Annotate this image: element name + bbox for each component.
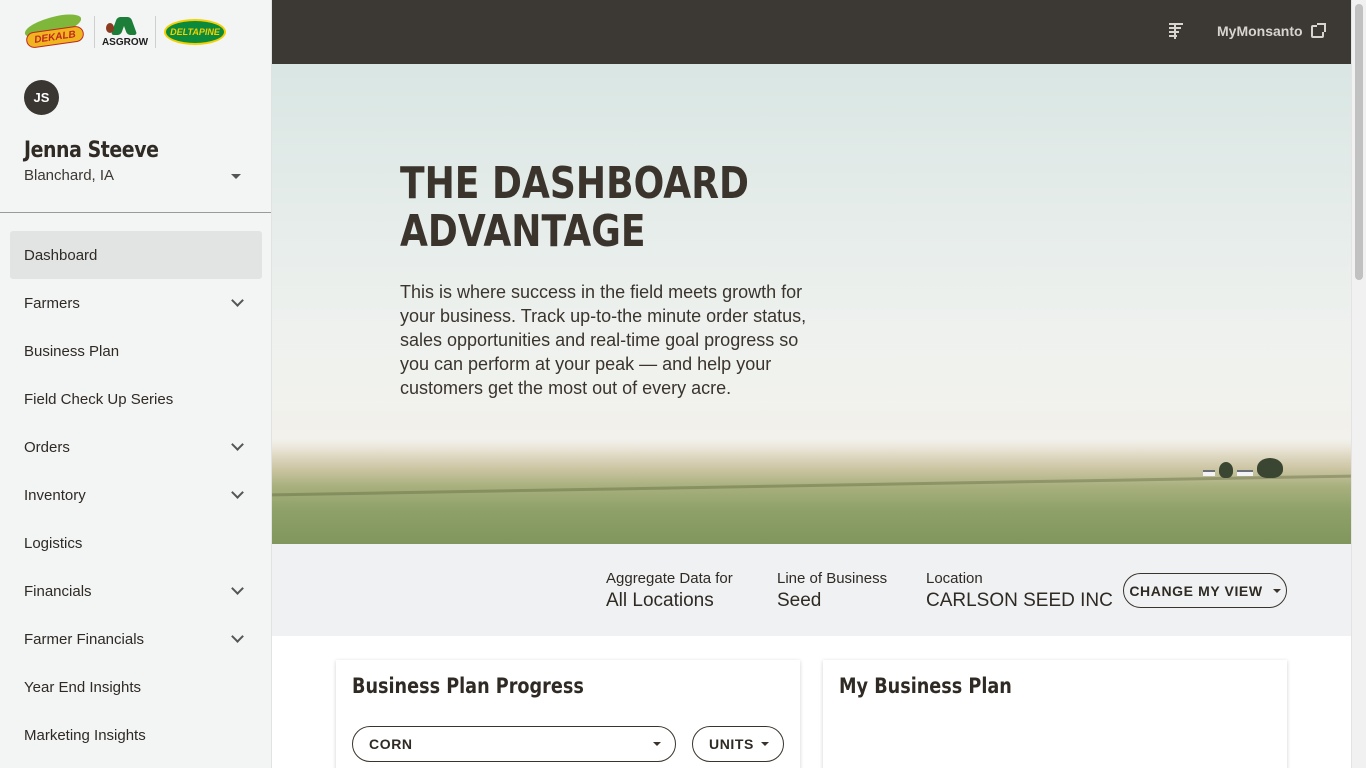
sidebar-item-label: Farmers [24,294,80,312]
deltapine-logo[interactable]: DELTAPINE [164,19,226,45]
dekalb-logo[interactable]: DEKALB [22,11,86,49]
sidebar-item-label: Logistics [24,534,83,552]
chevron-down-icon[interactable] [231,438,244,451]
sidebar-item-business-plan[interactable]: Business Plan [10,327,262,375]
line-of-business-filter: Line of Business Seed [777,570,887,612]
sidebar-item-label: Inventory [24,486,86,504]
unit-select-value: UNITS [709,736,754,752]
chevron-down-icon[interactable] [231,582,244,595]
view-filter-bar: Aggregate Data for All Locations Line of… [272,544,1351,636]
business-plan-progress-card: Business Plan Progress CORN UNITS [336,660,800,768]
sidebar-item-year-end-insights[interactable]: Year End Insights [10,663,262,711]
sidebar-item-logistics[interactable]: Logistics [10,519,262,567]
asgrow-mark-icon [106,17,138,35]
caret-down-icon [653,742,661,746]
sidebar-item-label: Orders [24,438,70,456]
line-of-business-label: Line of Business [777,570,888,587]
deltapine-logo-text: DELTAPINE [170,27,220,37]
hero-title-line1: THE DASHBOARD [400,158,749,209]
sidebar-item-label: Marketing Insights [24,726,146,744]
sidebar-item-dashboard[interactable]: Dashboard [10,231,262,279]
hero-field-line [272,474,1351,497]
logo-divider [94,16,95,48]
menu-logo-icon[interactable] [1165,21,1185,41]
card-title: My Business Plan [839,674,1012,698]
sidebar-item-orders[interactable]: Orders [10,423,262,471]
sidebar: DEKALB ASGROW DELTAPINE JS Jenna Steeve … [0,0,272,768]
user-location: Blanchard, IA [24,167,115,184]
asgrow-logo[interactable]: ASGROW [101,15,149,49]
sidebar-item-inventory[interactable]: Inventory [10,471,262,519]
sidebar-item-label: Farmer Financials [24,630,145,648]
external-link-icon [1310,22,1326,38]
sidebar-item-farmer-financials[interactable]: Farmer Financials [10,615,262,663]
hero-title: THE DASHBOARD ADVANTAGE [400,160,749,256]
sidebar-item-label: Financials [24,582,92,600]
location-value: CARLSON SEED INC [926,590,1113,611]
mymonsanto-link-label: MyMonsanto [1217,23,1303,39]
user-menu-caret-icon[interactable] [231,174,241,179]
user-name: Jenna Steeve [24,138,159,163]
sidebar-item-marketing-insights[interactable]: Marketing Insights [10,711,262,759]
hero-farmstead-image [1197,456,1287,478]
crop-select[interactable]: CORN [352,726,676,762]
location-filter: Location CARLSON SEED INC [926,570,1113,612]
hero-description: This is where success in the field meets… [400,282,807,398]
card-title: Business Plan Progress [352,674,584,698]
sidebar-item-field-check-up-series[interactable]: Field Check Up Series [10,375,262,423]
top-bar: MyMonsanto [272,0,1351,64]
hero-banner: THE DASHBOARD ADVANTAGE This is where su… [272,64,1351,544]
sidebar-item-label: Field Check Up Series [24,390,174,408]
scrollbar-thumb[interactable] [1355,4,1363,280]
brand-logos: DEKALB ASGROW DELTAPINE [22,11,226,50]
sidebar-divider [0,212,271,213]
sidebar-item-financials[interactable]: Financials [10,567,262,615]
chevron-down-icon[interactable] [231,294,244,307]
change-my-view-label: CHANGE MY VIEW [1129,582,1263,599]
avatar[interactable]: JS [24,80,59,115]
page-scrollbar[interactable] [1351,0,1366,768]
change-my-view-button[interactable]: CHANGE MY VIEW [1123,573,1287,608]
caret-down-icon [761,742,769,746]
sidebar-item-label: Dashboard [24,246,98,264]
location-label: Location [926,570,983,587]
aggregate-value: All Locations [606,590,714,611]
asgrow-logo-text: ASGROW [101,36,149,48]
hero-haze [272,394,1351,454]
line-of-business-value: Seed [777,590,822,611]
aggregate-filter: Aggregate Data for All Locations [606,570,733,612]
chevron-down-icon[interactable] [231,486,244,499]
crop-select-value: CORN [369,736,413,752]
aggregate-label: Aggregate Data for [606,570,733,587]
hero-title-line2: ADVANTAGE [400,206,646,257]
sidebar-nav: Dashboard Farmers Business Plan Field Ch… [10,231,262,759]
sidebar-item-label: Year End Insights [24,678,142,696]
sidebar-item-farmers[interactable]: Farmers [10,279,262,327]
unit-select[interactable]: UNITS [692,726,784,762]
caret-down-icon [1272,588,1281,593]
chevron-down-icon[interactable] [231,630,244,643]
my-business-plan-card: My Business Plan [823,660,1287,768]
logo-divider [155,16,156,48]
sidebar-item-label: Business Plan [24,342,120,360]
mymonsanto-link[interactable]: MyMonsanto [1217,22,1326,39]
